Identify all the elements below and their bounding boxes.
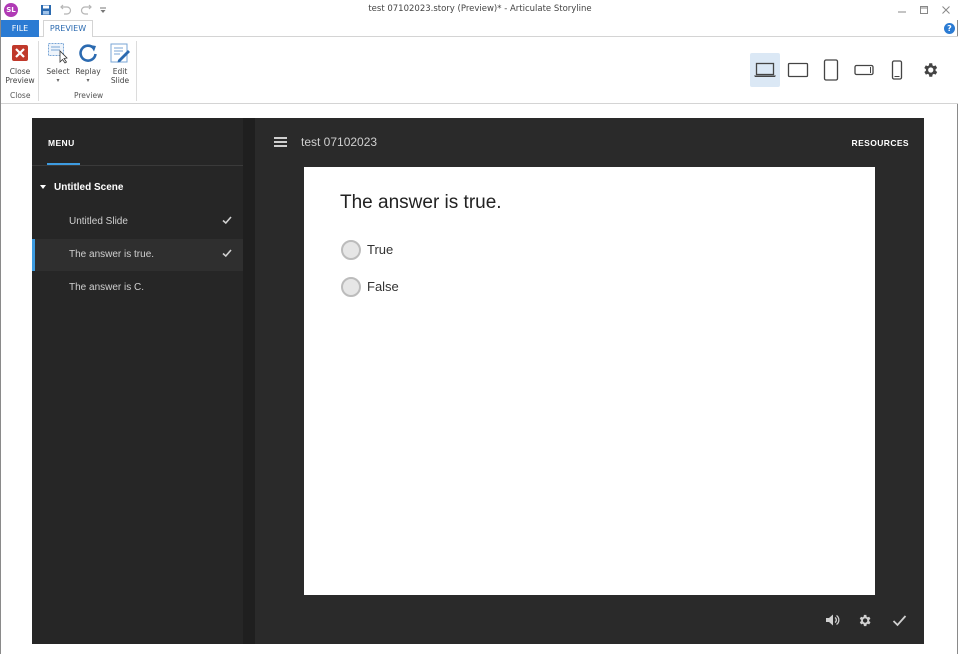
- select-dropdown-icon: ▾: [56, 77, 60, 84]
- menu-slide-label: The answer is C.: [69, 282, 145, 293]
- maximize-icon[interactable]: [913, 2, 935, 18]
- storyline-window: SL test 07102023.story (Preview)* - Arti…: [0, 0, 958, 654]
- menu-header: MENU: [32, 118, 243, 166]
- edit-slide-label: Edit Slide: [110, 67, 130, 85]
- select-button[interactable]: Select ▾: [44, 41, 72, 85]
- sidebar-divider: [243, 118, 255, 644]
- visited-check-icon: [221, 214, 233, 229]
- menu-slide-item[interactable]: Untitled Slide: [32, 206, 243, 238]
- scene-title: Untitled Scene: [54, 182, 124, 193]
- desktop-preview-icon[interactable]: [750, 53, 780, 87]
- minimize-icon[interactable]: [891, 2, 913, 18]
- radio-button[interactable]: [341, 240, 361, 260]
- close-preview-button[interactable]: Close Preview: [5, 41, 35, 85]
- menu-sidebar: MENU Untitled Scene Untitled Slide The a…: [32, 118, 243, 644]
- player-settings-gear-icon[interactable]: [855, 611, 873, 629]
- resources-tab[interactable]: RESOURCES: [852, 138, 909, 148]
- ribbon-tabs: FILE PREVIEW ?: [1, 20, 958, 38]
- menu-slide-item[interactable]: The answer is C.: [32, 272, 243, 304]
- choice-false[interactable]: False: [340, 277, 540, 299]
- menu-slide-label: Untitled Slide: [69, 216, 128, 227]
- menu-tab-indicator: [47, 163, 80, 165]
- edit-slide-icon: [108, 41, 132, 65]
- player-bottom-bar: [255, 595, 924, 644]
- replay-label: Replay: [75, 67, 101, 76]
- volume-icon[interactable]: [824, 611, 842, 629]
- help-icon[interactable]: ?: [944, 23, 955, 34]
- close-window-icon[interactable]: [935, 2, 957, 18]
- group-label-close: Close: [10, 91, 31, 100]
- tablet-landscape-icon[interactable]: [783, 53, 813, 87]
- menu-slide-item[interactable]: The answer is true.: [32, 239, 243, 271]
- edit-slide-button[interactable]: Edit Slide: [105, 41, 135, 85]
- course-player: MENU Untitled Scene Untitled Slide The a…: [32, 118, 924, 644]
- active-slide-indicator: [32, 239, 35, 271]
- ribbon-separator: [38, 41, 39, 101]
- scene-toggle[interactable]: Untitled Scene: [40, 182, 123, 193]
- visited-check-icon: [221, 247, 233, 262]
- title-bar: SL test 07102023.story (Preview)* - Arti…: [1, 0, 958, 20]
- replay-dropdown-icon: ▾: [86, 77, 90, 84]
- menu-tab[interactable]: MENU: [48, 138, 75, 148]
- caret-down-icon: [40, 185, 46, 190]
- select-label: Select: [46, 67, 70, 76]
- group-label-preview: Preview: [74, 91, 104, 100]
- course-title: test 07102023: [301, 135, 378, 149]
- close-preview-icon: [8, 41, 32, 65]
- phone-portrait-icon[interactable]: [882, 53, 912, 87]
- replay-icon: [76, 41, 100, 65]
- radio-button[interactable]: [341, 277, 361, 297]
- window-title: test 07102023.story (Preview)* - Articul…: [368, 4, 592, 14]
- menu-slide-label: The answer is true.: [69, 249, 155, 260]
- select-slides-icon: [46, 41, 70, 65]
- ribbon: Close Preview Close Select ▾ Replay ▾ Ed…: [1, 37, 958, 104]
- question-text: The answer is true.: [340, 192, 502, 213]
- tab-file[interactable]: FILE: [1, 20, 39, 37]
- gear-icon[interactable]: [915, 53, 945, 87]
- hamburger-menu-icon[interactable]: [274, 137, 287, 147]
- choice-label: True: [367, 242, 394, 257]
- tab-preview[interactable]: PREVIEW: [43, 20, 93, 38]
- choice-label: False: [367, 279, 399, 294]
- submit-check-icon[interactable]: [890, 611, 908, 629]
- ribbon-separator: [136, 41, 137, 101]
- phone-landscape-icon[interactable]: [849, 53, 879, 87]
- slide-canvas: The answer is true. True False: [304, 167, 875, 595]
- tablet-portrait-icon[interactable]: [816, 53, 846, 87]
- choice-true[interactable]: True: [340, 240, 540, 262]
- replay-button[interactable]: Replay ▾: [73, 41, 103, 85]
- player-top-bar: test 07102023 RESOURCES: [255, 118, 924, 166]
- close-preview-label: Close Preview: [5, 67, 35, 85]
